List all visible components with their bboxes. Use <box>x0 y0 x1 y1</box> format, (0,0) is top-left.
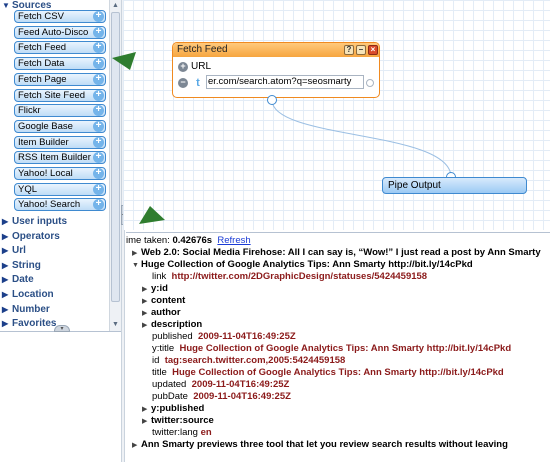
field-row: twitter:lang en <box>152 427 212 438</box>
expand-triangle-icon: ▶ <box>2 275 9 285</box>
expand-triangle-icon: ▶ <box>2 260 9 270</box>
add-module-icon[interactable]: + <box>93 58 104 70</box>
field-row[interactable]: ▶ y:id <box>142 283 168 295</box>
module-library-sidebar: ▼ Sources Fetch CSV + Feed Auto-Disco + Fetch… <box>0 0 122 462</box>
scroll-down-icon[interactable]: ▼ <box>110 319 121 330</box>
expand-triangle-icon[interactable]: ▶ <box>142 308 151 319</box>
collapse-triangle-icon: ▼ <box>2 1 10 10</box>
input-terminal-icon[interactable] <box>366 79 374 87</box>
add-field-icon[interactable]: + <box>178 62 188 72</box>
expand-triangle-icon[interactable]: ▶ <box>142 284 151 295</box>
expand-triangle-icon: ▶ <box>2 231 9 241</box>
add-module-icon[interactable]: + <box>93 199 104 211</box>
field-row[interactable]: ▶ twitter:source <box>142 415 214 427</box>
add-module-icon[interactable]: + <box>93 73 104 85</box>
category-location[interactable]: ▶ Location <box>2 289 54 300</box>
url-label: URL <box>191 61 212 72</box>
field-row: title Huge Collection of Google Analytic… <box>152 367 504 378</box>
add-module-icon[interactable]: + <box>93 183 104 195</box>
add-module-icon[interactable]: + <box>93 11 104 22</box>
green-pointer-arrow-icon <box>112 52 136 70</box>
pipe-editor-canvas[interactable] <box>123 0 550 230</box>
module-button[interactable]: Fetch Page + <box>14 72 106 86</box>
field-row: id tag:search.twitter.com,2005:542445915… <box>152 355 346 366</box>
scroll-up-icon[interactable]: ▲ <box>110 0 121 11</box>
expand-triangle-icon: ▶ <box>2 319 9 329</box>
field-row: published 2009-11-04T16:49:25Z <box>152 331 296 342</box>
add-module-icon[interactable]: + <box>93 26 104 38</box>
expand-triangle-icon[interactable]: ▶ <box>132 248 141 259</box>
pipe-output-module[interactable]: Pipe Output <box>382 177 527 194</box>
debugger-panel: ime taken: 0.42676s Refresh ▶ Web 2.0: So… <box>126 232 550 462</box>
category-user-inputs[interactable]: ▶ User inputs <box>2 216 67 227</box>
expand-triangle-icon: ▶ <box>2 304 9 314</box>
result-item[interactable]: ▶ Ann Smarty previews three tool that let… <box>132 439 508 451</box>
field-row[interactable]: ▶ content <box>142 295 185 307</box>
field-row[interactable]: ▶ description <box>142 319 202 331</box>
category-number[interactable]: ▶ Number <box>2 304 50 315</box>
module-titlebar[interactable]: Fetch Feed ? – × <box>173 43 379 57</box>
module-button[interactable]: Feed Auto-Disco + <box>14 25 106 39</box>
add-module-icon[interactable]: + <box>93 168 104 179</box>
collapse-triangle-icon[interactable]: ▼ <box>132 260 141 271</box>
minimize-icon[interactable]: – <box>356 45 366 55</box>
expand-triangle-icon: ▶ <box>2 290 9 299</box>
module-button[interactable]: Fetch CSV + <box>14 10 106 23</box>
expand-triangle-icon: ▶ <box>2 246 9 256</box>
module-button[interactable]: Fetch Data + <box>14 57 106 71</box>
add-module-icon[interactable]: + <box>93 136 104 148</box>
expand-triangle-icon[interactable]: ▶ <box>142 296 151 307</box>
module-button[interactable]: Flickr + <box>14 104 106 118</box>
field-row: updated 2009-11-04T16:49:25Z <box>152 379 290 390</box>
field-row[interactable]: ▶ author <box>142 307 181 319</box>
expand-triangle-icon[interactable]: ▶ <box>142 404 151 415</box>
field-row: link http://twitter.com/2DGraphicDesign/… <box>152 271 428 282</box>
time-taken-row: ime taken: 0.42676s Refresh <box>126 235 251 246</box>
add-module-icon[interactable]: + <box>93 42 104 54</box>
resize-grip-icon[interactable]: ▾ <box>54 325 70 332</box>
module-button[interactable]: Item Builder + <box>14 135 106 149</box>
remove-field-icon[interactable]: − <box>178 78 188 88</box>
expand-triangle-icon: ▶ <box>2 217 9 226</box>
category-operators[interactable]: ▶ Operators <box>2 231 60 242</box>
fetch-feed-module[interactable]: Fetch Feed ? – × + URL − t er.com/search… <box>172 42 380 98</box>
module-button[interactable]: Google Base + <box>14 119 106 133</box>
close-icon[interactable]: × <box>368 45 378 55</box>
expand-triangle-icon[interactable]: ▶ <box>132 440 141 451</box>
module-button[interactable]: Yahoo! Search + <box>14 198 106 212</box>
category-string[interactable]: ▶ String <box>2 260 41 271</box>
twitter-icon: t <box>196 77 200 89</box>
field-row[interactable]: ▶ y:published <box>142 403 204 415</box>
add-module-icon[interactable]: + <box>93 152 104 164</box>
module-button[interactable]: Yahoo! Local + <box>14 167 106 180</box>
field-row: pubDate 2009-11-04T16:49:25Z <box>152 391 291 402</box>
category-url[interactable]: ▶ Url <box>2 245 26 256</box>
add-module-icon[interactable]: + <box>93 89 104 101</box>
category-date[interactable]: ▶ Date <box>2 274 34 285</box>
refresh-link[interactable]: Refresh <box>217 235 250 246</box>
expand-triangle-icon[interactable]: ▶ <box>142 416 151 427</box>
module-button[interactable]: Fetch Feed + <box>14 41 106 55</box>
module-button[interactable]: YQL + <box>14 182 106 196</box>
add-module-icon[interactable]: + <box>93 120 104 132</box>
time-value: 0.42676s <box>172 235 213 246</box>
result-item[interactable]: ▼ Huge Collection of Google Analytics Tip… <box>132 259 473 271</box>
green-pointer-arrow-icon <box>139 206 165 224</box>
category-favorites[interactable]: ▶ Favorites <box>2 318 56 329</box>
module-button[interactable]: Fetch Site Feed + <box>14 88 106 102</box>
url-input[interactable]: er.com/search.atom?q=seosmarty <box>206 75 364 89</box>
module-button[interactable]: RSS Item Builder + <box>14 151 106 165</box>
output-terminal-icon[interactable] <box>267 95 277 105</box>
help-icon[interactable]: ? <box>344 45 354 55</box>
field-row: y:title Huge Collection of Google Analyt… <box>152 343 512 354</box>
result-item[interactable]: ▶ Web 2.0: Social Media Firehose: All I c… <box>132 247 541 259</box>
add-module-icon[interactable]: + <box>93 105 104 117</box>
expand-triangle-icon[interactable]: ▶ <box>142 320 151 331</box>
